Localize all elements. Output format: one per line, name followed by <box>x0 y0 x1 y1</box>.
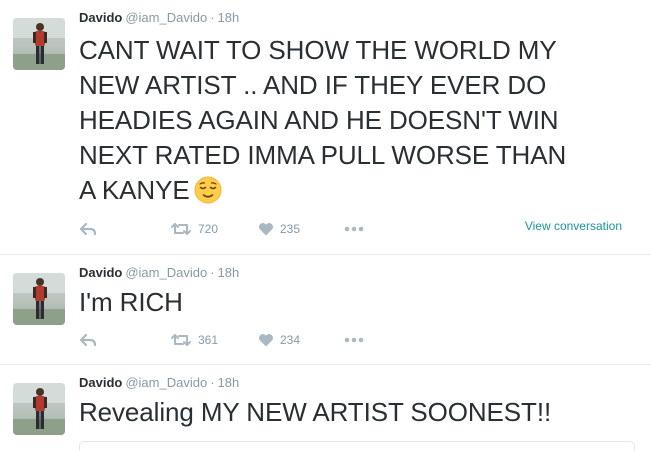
tweet-text-line: A KANYE <box>79 173 566 213</box>
media-card[interactable] <box>79 441 635 451</box>
username[interactable]: @iam_Davido <box>125 265 207 280</box>
avatar-photo <box>13 273 65 325</box>
reply-button[interactable] <box>79 333 97 347</box>
tweet-text-line: HEADIES AGAIN AND HE DOESN'T WIN <box>79 105 559 135</box>
retweet-button[interactable]: 720 <box>170 222 218 236</box>
tweet-1[interactable]: Davido @iam_Davido · 18h CANT WAIT TO SHOW … <box>0 0 651 255</box>
tweet-text-line: CANT WAIT TO SHOW THE WORLD MY <box>79 35 557 65</box>
avatar[interactable] <box>13 383 65 435</box>
tweet-text: I'm RICH <box>79 285 183 320</box>
like-count: 234 <box>280 333 301 347</box>
like-count: 235 <box>280 222 301 236</box>
tweet-text: Revealing MY NEW ARTIST SOONEST!! <box>79 395 551 430</box>
more-button[interactable] <box>344 226 364 232</box>
more-icon <box>344 337 364 343</box>
reply-icon <box>79 333 97 347</box>
tweet-text-line: I'm RICH <box>79 287 183 317</box>
reply-icon <box>79 222 97 236</box>
tweet-header: Davido @iam_Davido · 18h <box>79 375 239 390</box>
avatar[interactable] <box>13 273 65 325</box>
display-name[interactable]: Davido <box>79 265 122 280</box>
tweet-actions: 720 235 View conversation <box>79 219 639 242</box>
tweet-3[interactable]: Davido @iam_Davido · 18h Revealing MY NEW A… <box>0 365 651 451</box>
like-icon <box>258 222 274 236</box>
retweet-count: 720 <box>198 222 219 236</box>
more-icon <box>344 226 364 232</box>
timestamp[interactable]: 18h <box>218 10 240 25</box>
tweet-actions: 361 234 <box>79 333 639 353</box>
tweet-text-line: NEXT RATED IMMA PULL WORSE THAN <box>79 140 567 170</box>
retweet-icon <box>170 222 192 236</box>
view-conversation-link[interactable]: View conversation <box>525 219 622 233</box>
avatar-photo <box>13 383 65 435</box>
retweet-button[interactable]: 361 <box>170 333 218 347</box>
like-icon <box>258 333 274 347</box>
relieved-face-icon <box>194 176 222 213</box>
tweet-text-line: NEW ARTIST .. AND IF THEY EVER DO <box>79 70 547 100</box>
separator: · <box>210 375 215 390</box>
tweet-header: Davido @iam_Davido · 18h <box>79 10 239 25</box>
timestamp[interactable]: 18h <box>218 265 240 280</box>
timeline: Davido @iam_Davido · 18h CANT WAIT TO SHOW … <box>0 0 651 451</box>
tweet-header: Davido @iam_Davido · 18h <box>79 265 239 280</box>
like-button[interactable]: 235 <box>258 222 300 236</box>
tweet-text-line: Revealing MY NEW ARTIST SOONEST!! <box>79 397 552 427</box>
retweet-icon <box>170 333 192 347</box>
reply-button[interactable] <box>79 222 97 236</box>
avatar[interactable] <box>13 18 65 70</box>
display-name[interactable]: Davido <box>79 375 122 390</box>
like-button[interactable]: 234 <box>258 333 300 347</box>
username[interactable]: @iam_Davido <box>125 10 207 25</box>
retweet-count: 361 <box>198 333 219 347</box>
tweet-text: CANT WAIT TO SHOW THE WORLD MY NEW ARTIS… <box>79 33 566 213</box>
tweet-text-last: A KANYE <box>79 175 190 205</box>
username[interactable]: @iam_Davido <box>125 375 207 390</box>
tweet-2[interactable]: Davido @iam_Davido · 18h I'm RICH 361 234 <box>0 255 651 365</box>
separator: · <box>210 10 215 25</box>
timestamp[interactable]: 18h <box>218 375 240 390</box>
separator: · <box>210 265 215 280</box>
avatar-photo <box>13 18 65 70</box>
more-button[interactable] <box>344 337 364 343</box>
display-name[interactable]: Davido <box>79 10 122 25</box>
